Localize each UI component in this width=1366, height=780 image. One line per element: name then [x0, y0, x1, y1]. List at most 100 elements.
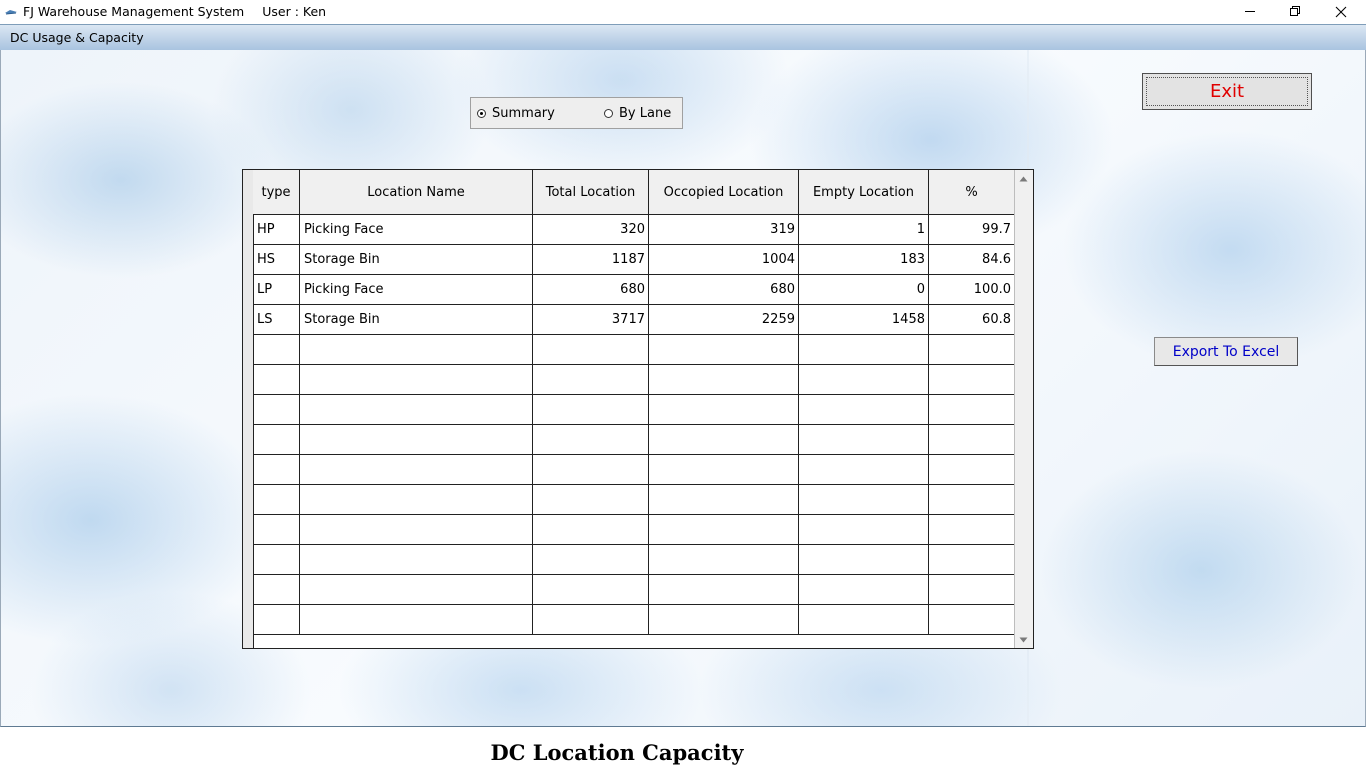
cell-empty-location[interactable]: [799, 545, 929, 574]
exit-button[interactable]: Exit: [1142, 73, 1312, 110]
cell-location-name[interactable]: [300, 515, 533, 544]
table-row[interactable]: LP Picking Face 680 680 0 100.0: [253, 275, 1015, 305]
vertical-scrollbar[interactable]: [1014, 170, 1033, 648]
cell-percent[interactable]: [929, 395, 1015, 424]
cell-total-location[interactable]: [533, 575, 649, 604]
cell-empty-location[interactable]: [799, 395, 929, 424]
cell-occupied-location[interactable]: [649, 605, 799, 634]
cell-type[interactable]: [253, 575, 300, 604]
cell-total-location[interactable]: [533, 485, 649, 514]
cell-type[interactable]: [253, 335, 300, 364]
table-row[interactable]: HP Picking Face 320 319 1 99.7: [253, 215, 1015, 245]
cell-total-location[interactable]: 1187: [533, 245, 649, 274]
cell-total-location[interactable]: 680: [533, 275, 649, 304]
cell-type[interactable]: [253, 455, 300, 484]
cell-occupied-location[interactable]: [649, 455, 799, 484]
cell-type[interactable]: HP: [253, 215, 300, 244]
header-col-percent[interactable]: %: [929, 170, 1015, 214]
header-col-location-name[interactable]: Location Name: [300, 170, 533, 214]
header-col-occupied-location[interactable]: Occopied Location: [649, 170, 799, 214]
cell-occupied-location[interactable]: [649, 425, 799, 454]
cell-total-location[interactable]: 320: [533, 215, 649, 244]
cell-total-location[interactable]: 3717: [533, 305, 649, 334]
cell-total-location[interactable]: [533, 335, 649, 364]
cell-empty-location[interactable]: [799, 455, 929, 484]
cell-percent[interactable]: [929, 605, 1015, 634]
cell-location-name[interactable]: [300, 485, 533, 514]
cell-occupied-location[interactable]: [649, 335, 799, 364]
table-row[interactable]: [253, 425, 1015, 455]
table-row[interactable]: LS Storage Bin 3717 2259 1458 60.8: [253, 305, 1015, 335]
cell-percent[interactable]: 100.0: [929, 275, 1015, 304]
cell-occupied-location[interactable]: [649, 395, 799, 424]
summary-radio[interactable]: Summary: [477, 106, 555, 121]
close-button[interactable]: [1318, 0, 1364, 23]
cell-type[interactable]: [253, 395, 300, 424]
cell-type[interactable]: LS: [253, 305, 300, 334]
cell-occupied-location[interactable]: [649, 365, 799, 394]
header-col-type[interactable]: type: [253, 170, 300, 214]
cell-empty-location[interactable]: [799, 575, 929, 604]
export-to-excel-button[interactable]: Export To Excel: [1154, 337, 1298, 366]
cell-occupied-location[interactable]: [649, 485, 799, 514]
cell-empty-location[interactable]: [799, 425, 929, 454]
cell-type[interactable]: [253, 485, 300, 514]
cell-empty-location[interactable]: 183: [799, 245, 929, 274]
cell-location-name[interactable]: Picking Face: [300, 275, 533, 304]
cell-percent[interactable]: [929, 425, 1015, 454]
table-row[interactable]: [253, 365, 1015, 395]
cell-empty-location[interactable]: [799, 605, 929, 634]
cell-empty-location[interactable]: 1: [799, 215, 929, 244]
cell-location-name[interactable]: Picking Face: [300, 215, 533, 244]
cell-type[interactable]: [253, 545, 300, 574]
cell-location-name[interactable]: Storage Bin: [300, 305, 533, 334]
header-col-total-location[interactable]: Total Location: [533, 170, 649, 214]
table-row[interactable]: [253, 395, 1015, 425]
cell-type[interactable]: LP: [253, 275, 300, 304]
table-row[interactable]: HS Storage Bin 1187 1004 183 84.6: [253, 245, 1015, 275]
by-lane-radio[interactable]: By Lane: [604, 106, 671, 121]
table-row[interactable]: [253, 545, 1015, 575]
cell-total-location[interactable]: [533, 605, 649, 634]
cell-type[interactable]: [253, 605, 300, 634]
table-row[interactable]: [253, 335, 1015, 365]
cell-location-name[interactable]: [300, 605, 533, 634]
scroll-down-button[interactable]: [1015, 631, 1032, 648]
cell-percent[interactable]: [929, 335, 1015, 364]
cell-type[interactable]: [253, 365, 300, 394]
cell-percent[interactable]: 99.7: [929, 215, 1015, 244]
capacity-grid[interactable]: type Location Name Total Location Occopied …: [242, 169, 1034, 649]
cell-total-location[interactable]: [533, 365, 649, 394]
cell-percent[interactable]: [929, 545, 1015, 574]
table-row[interactable]: [253, 515, 1015, 545]
cell-occupied-location[interactable]: 2259: [649, 305, 799, 334]
cell-percent[interactable]: [929, 515, 1015, 544]
cell-percent[interactable]: 84.6: [929, 245, 1015, 274]
cell-empty-location[interactable]: [799, 335, 929, 364]
cell-empty-location[interactable]: 1458: [799, 305, 929, 334]
cell-occupied-location[interactable]: 319: [649, 215, 799, 244]
cell-total-location[interactable]: [533, 515, 649, 544]
table-row[interactable]: [253, 575, 1015, 605]
cell-location-name[interactable]: [300, 425, 533, 454]
cell-type[interactable]: [253, 515, 300, 544]
table-row[interactable]: [253, 455, 1015, 485]
restore-button[interactable]: [1272, 0, 1318, 23]
minimize-button[interactable]: [1227, 0, 1273, 23]
cell-location-name[interactable]: [300, 575, 533, 604]
cell-total-location[interactable]: [533, 545, 649, 574]
cell-location-name[interactable]: Storage Bin: [300, 245, 533, 274]
table-row[interactable]: [253, 605, 1015, 635]
cell-empty-location[interactable]: [799, 515, 929, 544]
cell-empty-location[interactable]: 0: [799, 275, 929, 304]
cell-percent[interactable]: [929, 575, 1015, 604]
cell-location-name[interactable]: [300, 395, 533, 424]
cell-total-location[interactable]: [533, 425, 649, 454]
cell-total-location[interactable]: [533, 455, 649, 484]
cell-occupied-location[interactable]: [649, 515, 799, 544]
cell-location-name[interactable]: [300, 365, 533, 394]
cell-percent[interactable]: [929, 365, 1015, 394]
cell-occupied-location[interactable]: 680: [649, 275, 799, 304]
cell-occupied-location[interactable]: [649, 545, 799, 574]
cell-type[interactable]: [253, 425, 300, 454]
